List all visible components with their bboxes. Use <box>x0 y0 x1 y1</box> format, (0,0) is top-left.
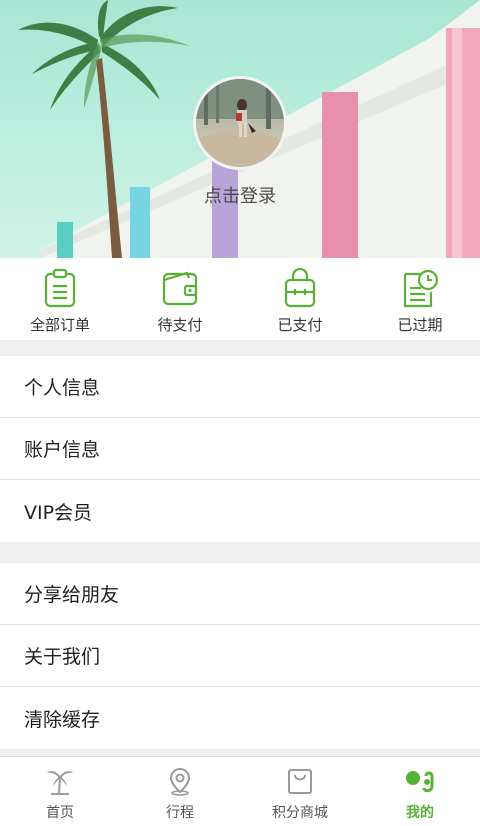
bag-icon <box>284 268 316 308</box>
wallet-icon <box>162 271 198 306</box>
order-unpaid-label: 待支付 <box>157 316 203 334</box>
profile-icon <box>406 771 434 793</box>
menu-item-label: VIP会员 <box>24 501 93 524</box>
menu-item-account-info[interactable]: 账户信息 <box>0 418 480 480</box>
menu-item-label: 清除缓存 <box>24 708 101 731</box>
order-expired-button[interactable]: 已过期 <box>360 258 480 340</box>
tab-mine[interactable]: 我的 <box>360 757 480 826</box>
tab-label: 行程 <box>166 805 194 821</box>
profile-header: 点击登录 <box>0 0 480 258</box>
menu-item-about[interactable]: 关于我们 <box>0 625 480 687</box>
shopping-bag-icon <box>288 769 312 794</box>
document-clock-icon <box>403 269 439 308</box>
menu-item-personal-info[interactable]: 个人信息 <box>0 356 480 418</box>
order-paid-button[interactable]: 已支付 <box>240 258 360 340</box>
order-all-button[interactable]: 全部订单 <box>0 258 120 340</box>
menu-item-clear-cache[interactable]: 清除缓存 <box>0 687 480 749</box>
order-shortcuts: 全部订单 待支付 已支付 已过期 <box>0 258 480 340</box>
avatar[interactable] <box>193 76 287 170</box>
menu-item-label: 个人信息 <box>24 377 101 399</box>
tab-home[interactable]: 首页 <box>0 757 120 826</box>
tab-itinerary[interactable]: 行程 <box>120 757 240 826</box>
order-all-label: 全部订单 <box>29 316 90 334</box>
avatar-photo <box>196 79 284 167</box>
order-unpaid-button[interactable]: 待支付 <box>120 258 240 340</box>
palm-tree-icon <box>47 771 73 795</box>
clipboard-icon <box>44 268 76 308</box>
order-expired-label: 已过期 <box>397 316 443 334</box>
location-pin-icon <box>169 767 191 796</box>
tab-label: 我的 <box>406 805 434 821</box>
menu-item-label: 关于我们 <box>24 646 101 668</box>
menu-item-share[interactable]: 分享给朋友 <box>0 563 480 625</box>
menu-item-label: 账户信息 <box>24 439 101 461</box>
order-paid-label: 已支付 <box>277 316 323 334</box>
tab-points-mall[interactable]: 积分商城 <box>240 757 360 826</box>
bottom-tab-bar: 首页 行程 积分商城 我的 <box>0 756 480 826</box>
tab-label: 首页 <box>46 805 74 821</box>
menu-group-account: 个人信息 账户信息 VIP会员 <box>0 356 480 542</box>
login-prompt[interactable]: 点击登录 <box>0 182 480 208</box>
tab-label: 积分商城 <box>272 805 328 821</box>
menu-item-vip[interactable]: VIP会员 <box>0 480 480 542</box>
menu-item-label: 分享给朋友 <box>24 584 120 606</box>
menu-group-app: 分享给朋友 关于我们 清除缓存 <box>0 563 480 749</box>
